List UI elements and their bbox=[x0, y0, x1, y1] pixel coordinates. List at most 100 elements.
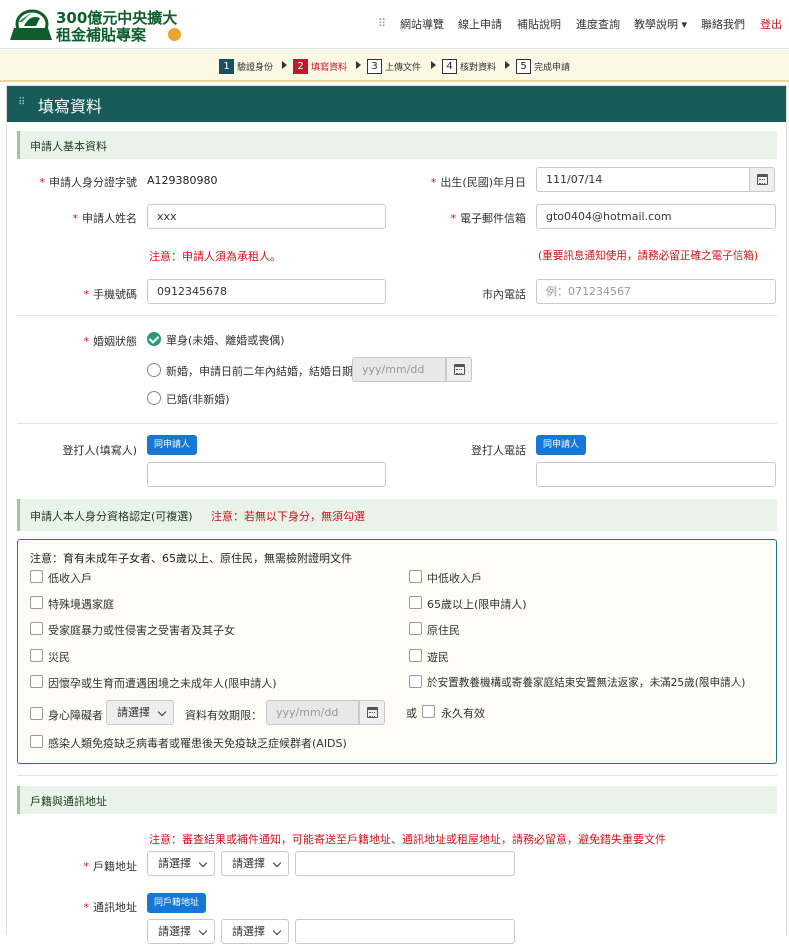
mail-address-input[interactable] bbox=[295, 919, 515, 944]
calendar-icon bbox=[453, 364, 465, 375]
validity-calendar-button[interactable] bbox=[359, 700, 385, 725]
chevron-down-icon bbox=[157, 707, 167, 717]
checkbox-low-income-label[interactable]: 低收入戶 bbox=[48, 570, 92, 586]
checkbox-low-income[interactable] bbox=[30, 570, 43, 583]
checkbox-aids-label[interactable]: 感染人類免疫缺乏病毒者或罹患後天免疫缺乏症候群者(AIDS) bbox=[48, 735, 347, 751]
filer-label: 登打人(填寫人) bbox=[62, 444, 137, 457]
step-2: 2 填寫資料 bbox=[293, 58, 347, 74]
nav-tutorial-dropdown[interactable]: 教學說明 ▾ bbox=[634, 16, 687, 32]
mobile-input[interactable] bbox=[147, 279, 386, 304]
radio-single-label[interactable]: 單身(未婚、離婚或喪偶) bbox=[166, 332, 285, 348]
qualification-box: 注意：育有未成年子女者、65歲以上、原住民，無需檢附證明文件 低收入戶 中低收入… bbox=[17, 539, 777, 764]
checkbox-over-65[interactable] bbox=[409, 596, 422, 609]
calendar-icon bbox=[366, 707, 378, 718]
filer-input[interactable] bbox=[147, 462, 386, 487]
qualification-box-note: 注意：育有未成年子女者、65歲以上、原住民，無需檢附證明文件 bbox=[30, 552, 352, 565]
checkbox-disaster-victim[interactable] bbox=[30, 649, 43, 662]
checkbox-mid-low-income-label[interactable]: 中低收入戶 bbox=[427, 570, 482, 586]
marriage-date-calendar-button[interactable] bbox=[446, 357, 472, 382]
tenant-note: 注意：申請人須為承租人。 bbox=[149, 250, 281, 263]
filer-phone-input[interactable] bbox=[536, 462, 776, 487]
checkbox-aids[interactable] bbox=[30, 735, 43, 748]
checkbox-special-family[interactable] bbox=[30, 596, 43, 609]
dob-calendar-button[interactable] bbox=[749, 167, 775, 192]
logo-line-2: 租金補貼專案 bbox=[56, 26, 147, 44]
address-note: 注意：審查結果或補件通知，可能寄送至戶籍地址、通訊地址或租屋地址，請務必留意，避… bbox=[149, 833, 666, 846]
logout-link[interactable]: 登出 bbox=[760, 16, 782, 32]
radio-single[interactable] bbox=[147, 332, 161, 346]
progress-steps: 1 驗證身份 2 填寫資料 3 上傳文件 4 核對資料 5 完成申請 bbox=[0, 50, 789, 82]
dob-label: * 出生(民國)年月日 bbox=[430, 176, 526, 189]
chevron-down-icon bbox=[198, 926, 208, 936]
nav-progress-query[interactable]: 進度查詢 bbox=[576, 16, 620, 32]
home-icon bbox=[168, 28, 181, 41]
phone-label: 市內電話 bbox=[482, 288, 526, 301]
checkbox-permanent[interactable] bbox=[422, 705, 435, 718]
radio-newlywed-label[interactable]: 新婚，申請日前二年內結婚，結婚日期 bbox=[166, 363, 353, 379]
chevron-down-icon bbox=[198, 858, 208, 868]
qualification-note: 注意：若無以下身分，無須勾選 bbox=[211, 510, 365, 523]
same-as-household-button[interactable]: 同戶籍地址 bbox=[147, 893, 207, 913]
household-district-select[interactable]: 請選擇 bbox=[221, 851, 289, 876]
top-navbar: 300億元中央擴大 租金補貼專案 ⠿ 網站導覽 線上申請 補貼說明 進度查詢 教… bbox=[0, 0, 789, 49]
step-arrow-icon bbox=[282, 61, 287, 69]
step-arrow-icon bbox=[356, 61, 361, 69]
radio-married-label[interactable]: 已婚(非新婚) bbox=[166, 391, 230, 407]
checkbox-foster-youth[interactable] bbox=[409, 675, 422, 688]
marriage-date-input[interactable] bbox=[352, 357, 446, 382]
checkbox-domestic-violence[interactable] bbox=[30, 622, 43, 635]
radio-married[interactable] bbox=[147, 391, 161, 405]
site-logo[interactable]: 300億元中央擴大 租金補貼專案 bbox=[8, 6, 181, 44]
filer-phone-label: 登打人電話 bbox=[471, 444, 526, 457]
checkbox-over-65-label[interactable]: 65歲以上(限申請人) bbox=[427, 596, 527, 612]
checkbox-foster-youth-label[interactable]: 於安置教養機構或寄養家庭結束安置無法返家，未滿25歲(限申請人) bbox=[427, 675, 745, 690]
checkbox-domestic-violence-label[interactable]: 受家庭暴力或性侵害之受害者及其子女 bbox=[48, 622, 235, 638]
chevron-down-icon bbox=[272, 858, 282, 868]
checkbox-homeless[interactable] bbox=[409, 649, 422, 662]
disability-select[interactable]: 請選擇 bbox=[106, 700, 174, 725]
section-basic-info: 申請人基本資料 bbox=[17, 131, 777, 159]
nav-apply-online[interactable]: 線上申請 bbox=[458, 16, 502, 32]
nav-contact[interactable]: 聯絡我們 bbox=[701, 16, 745, 32]
household-address-label: * 戶籍地址 bbox=[83, 860, 138, 873]
checkbox-disabled-label[interactable]: 身心障礙者 bbox=[48, 707, 103, 723]
nav-subsidy-info[interactable]: 補貼說明 bbox=[517, 16, 561, 32]
email-input[interactable] bbox=[536, 204, 776, 229]
filer-same-as-applicant-button[interactable]: 同申請人 bbox=[147, 435, 198, 455]
name-input[interactable] bbox=[147, 204, 386, 229]
name-label: * 申請人姓名 bbox=[72, 212, 138, 225]
household-city-select[interactable]: 請選擇 bbox=[147, 851, 215, 876]
mail-district-select[interactable]: 請選擇 bbox=[221, 919, 289, 944]
or-label: 或 bbox=[406, 707, 417, 720]
checkbox-pregnant-minor-label[interactable]: 因懷孕或生育而遭遇困境之未成年人(限申請人) bbox=[48, 675, 277, 691]
house-logo-icon bbox=[10, 9, 52, 40]
checkbox-mid-low-income[interactable] bbox=[409, 570, 422, 583]
nav-sitemap[interactable]: 網站導覽 bbox=[400, 16, 444, 32]
calendar-icon bbox=[756, 174, 768, 185]
radio-newlywed[interactable] bbox=[147, 363, 161, 377]
checkbox-disaster-victim-label[interactable]: 災民 bbox=[48, 649, 70, 665]
checkbox-indigenous[interactable] bbox=[409, 622, 422, 635]
step-4: 4 核對資料 bbox=[442, 58, 496, 74]
checkbox-homeless-label[interactable]: 遊民 bbox=[427, 649, 449, 665]
validity-date-input[interactable] bbox=[266, 700, 359, 725]
main-nav: ⠿ 網站導覽 線上申請 補貼說明 進度查詢 教學說明 ▾ 聯絡我們 登出 bbox=[378, 16, 789, 34]
nav-grip-icon: ⠿ bbox=[378, 17, 387, 30]
step-arrow-icon bbox=[431, 61, 436, 69]
marital-label: * 婚姻狀態 bbox=[83, 335, 138, 348]
id-value: A129380980 bbox=[147, 174, 218, 187]
checkbox-indigenous-label[interactable]: 原住民 bbox=[427, 622, 460, 638]
email-label: * 電子郵件信箱 bbox=[450, 212, 527, 225]
step-5: 5 完成申請 bbox=[516, 58, 570, 74]
checkbox-disabled[interactable] bbox=[30, 707, 43, 720]
mail-city-select[interactable]: 請選擇 bbox=[147, 919, 215, 944]
checkbox-pregnant-minor[interactable] bbox=[30, 675, 43, 688]
id-label: * 申請人身分證字號 bbox=[39, 176, 138, 189]
phone-input[interactable] bbox=[536, 279, 776, 304]
mobile-label: * 手機號碼 bbox=[83, 288, 138, 301]
filer-phone-same-button[interactable]: 同申請人 bbox=[536, 435, 587, 455]
dob-input[interactable] bbox=[536, 167, 750, 192]
checkbox-permanent-label[interactable]: 永久有效 bbox=[441, 705, 485, 721]
household-address-input[interactable] bbox=[295, 851, 515, 876]
checkbox-special-family-label[interactable]: 特殊境遇家庭 bbox=[48, 596, 114, 612]
